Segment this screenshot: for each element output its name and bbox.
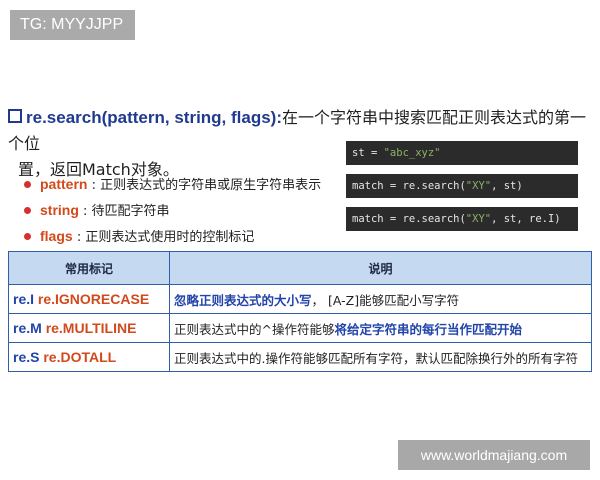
flag-short: re.M (13, 320, 42, 336)
code-text: , st, re.I) (491, 213, 561, 225)
flag-short: re.S (13, 349, 40, 365)
table-row: re.M re.MULTILINE 正则表达式中的^操作符能够将给定字符串的每行… (8, 313, 592, 343)
code-text: st = (352, 147, 384, 159)
red-dot-icon (24, 207, 31, 214)
flag-desc-cell: 正则表达式中的^操作符能够将给定字符串的每行当作匹配开始 (169, 313, 592, 343)
flag-cell: re.I re.IGNORECASE (8, 284, 170, 314)
param-item: string : 待匹配字符串 (24, 198, 321, 224)
param-item: pattern : 正则表达式的字符串或原生字符串表示 (24, 172, 321, 198)
corner-tag: TG: MYYJJPP (10, 10, 135, 40)
column-header: 说明 (169, 251, 592, 285)
flag-desc-highlight: 将给定字符串的每行当作匹配开始 (334, 321, 522, 337)
flag-desc-highlight: 忽略正则表达式的大小写 (174, 292, 312, 308)
param-name: pattern (40, 176, 88, 192)
flag-full: re.MULTILINE (45, 320, 137, 336)
param-name: string (40, 202, 79, 218)
flag-desc-text: 正则表达式中的^操作符能够 (174, 321, 335, 337)
param-desc: : 正则表达式使用时的控制标记 (72, 230, 255, 245)
red-dot-icon (24, 181, 31, 188)
param-desc: : 待匹配字符串 (78, 204, 170, 219)
flag-short: re.I (13, 291, 35, 307)
code-snippet: match = re.search("XY", st, re.I) (346, 207, 578, 231)
flag-desc-text: 正则表达式中的.操作符能够匹配所有字符，默认匹配除换行外的所有字符 (174, 350, 578, 366)
param-name: flags (40, 228, 73, 244)
code-string: "XY" (465, 180, 492, 192)
watermark: www.worldmajiang.com (398, 440, 590, 470)
code-text: , st) (491, 180, 523, 192)
column-header: 常用标记 (8, 251, 170, 285)
function-signature: re.search(pattern, string, flags): (26, 108, 283, 127)
parameter-list: pattern : 正则表达式的字符串或原生字符串表示 string : 待匹配… (24, 172, 321, 250)
flag-desc-cell: 正则表达式中的.操作符能够匹配所有字符，默认匹配除换行外的所有字符 (169, 342, 592, 372)
red-dot-icon (24, 233, 31, 240)
flag-desc-cell: 忽略正则表达式的大小写， [A-Z]能够匹配小写字符 (169, 284, 592, 314)
param-item: flags : 正则表达式使用时的控制标记 (24, 224, 321, 250)
table-row: re.S re.DOTALL 正则表达式中的.操作符能够匹配所有字符，默认匹配除… (8, 342, 592, 372)
code-text: match = re.search( (352, 213, 466, 225)
flag-cell: re.S re.DOTALL (8, 342, 170, 372)
square-bullet-icon (8, 109, 22, 123)
code-string: "abc_xyz" (383, 147, 441, 159)
table-row: re.I re.IGNORECASE 忽略正则表达式的大小写， [A-Z]能够匹… (8, 284, 592, 314)
code-string: "XY" (465, 213, 492, 225)
table-header-row: 常用标记 说明 (8, 251, 592, 285)
flag-desc-text: ， [A-Z]能够匹配小写字符 (311, 292, 460, 308)
flags-table: 常用标记 说明 re.I re.IGNORECASE 忽略正则表达式的大小写， … (8, 251, 592, 372)
flag-cell: re.M re.MULTILINE (8, 313, 170, 343)
code-text: match = re.search( (352, 180, 466, 192)
flag-full: re.DOTALL (43, 349, 117, 365)
code-snippet: match = re.search("XY", st) (346, 174, 578, 198)
code-snippet: st = "abc_xyz" (346, 141, 578, 165)
flag-full: re.IGNORECASE (37, 291, 150, 307)
param-desc: : 正则表达式的字符串或原生字符串表示 (87, 178, 322, 193)
